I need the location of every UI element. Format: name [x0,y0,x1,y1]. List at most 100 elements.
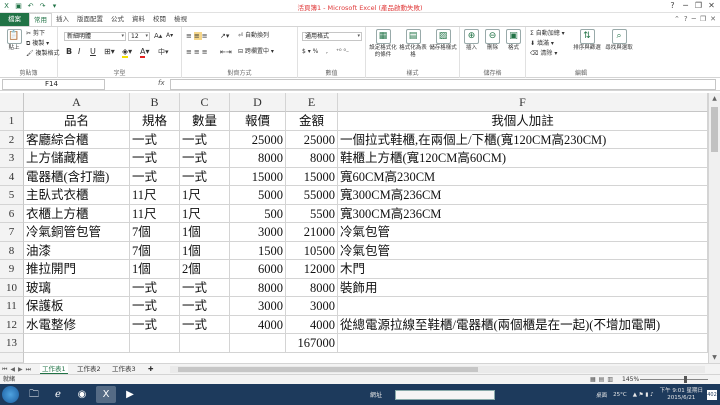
tab-data[interactable]: 資料 [128,13,149,26]
row-header[interactable]: 9 [0,260,24,279]
bold-button[interactable]: B [66,48,72,56]
cell-e[interactable]: 3000 [286,297,338,316]
cell-d[interactable]: 25000 [230,130,286,149]
header-cell-a[interactable]: 品名 [24,112,130,131]
media-taskbar-icon[interactable]: ▶ [120,386,140,403]
cell-f[interactable] [338,297,708,316]
fill-color-button[interactable]: ◈▾ [122,47,132,58]
indent-buttons[interactable]: ⇤⇥ [220,48,232,56]
format-cells-button[interactable]: ▣ 格式 [503,29,524,52]
cell-c[interactable]: 1個 [180,241,230,260]
formula-input[interactable] [170,79,716,90]
cell-f[interactable]: 木門 [338,260,708,279]
ribbon-collapse-icon[interactable]: ⌃ [674,13,680,26]
cell-b[interactable]: 7個 [130,223,180,242]
cell-f[interactable]: 寬300CM高236CM [338,204,708,223]
notification-badge[interactable]: 402 [707,389,717,400]
borders-button[interactable]: ⊞▾ [104,48,115,56]
row-header[interactable]: 4 [0,167,24,186]
cell-c[interactable]: 1尺 [180,186,230,205]
cell-a[interactable]: 冷氣銅管包管 [24,223,130,242]
cell-a[interactable]: 上方儲藏櫃 [24,149,130,168]
tab-review[interactable]: 校閱 [149,13,170,26]
insert-cells-button[interactable]: ⊕ 插入 [461,29,482,52]
cell-f[interactable]: 一個拉式鞋櫃,在兩個上/下櫃(寬120CM高230CM) [338,130,708,149]
font-name-combo[interactable]: 新細明體 ▾ [64,32,126,41]
start-button[interactable] [2,386,19,403]
column-header-b[interactable]: B [130,93,180,112]
cell-f[interactable]: 寬60CM高230CM [338,167,708,186]
scroll-down-icon[interactable]: ▼ [709,354,720,361]
column-header-e[interactable]: E [286,93,338,112]
underline-button[interactable]: U [90,48,96,56]
horizontal-scroll-thumb[interactable] [178,367,478,372]
cell-b[interactable]: 一式 [130,297,180,316]
cut-button[interactable]: ✂ 剪下 [26,30,45,38]
cell-b[interactable]: 11尺 [130,204,180,223]
cell-e[interactable]: 4000 [286,315,338,334]
cell-b[interactable]: 一式 [130,167,180,186]
cell-e[interactable]: 55000 [286,186,338,205]
cell-e[interactable]: 167000 [286,334,338,353]
tab-insert[interactable]: 插入 [52,13,73,26]
row-header[interactable]: 3 [0,149,24,168]
column-header-a[interactable]: A [24,93,130,112]
cell-styles-button[interactable]: ▨ 儲存格樣式 [428,29,458,52]
conditional-format-button[interactable]: ▦ 設定格式化的條件 [368,29,398,59]
cell-c[interactable]: 一式 [180,167,230,186]
cell-c[interactable] [180,334,230,353]
vertical-align-buttons[interactable]: ≡≡≡ [186,32,210,40]
cell-f[interactable]: 冷氣包管 [338,223,708,242]
cell-e[interactable]: 8000 [286,278,338,297]
find-select-button[interactable]: ⌕ 尋找與選取 [604,29,634,52]
cell-a[interactable]: 油漆 [24,241,130,260]
cell-e[interactable]: 25000 [286,130,338,149]
phonetic-button[interactable]: 中▾ [158,48,169,56]
cell-b[interactable]: 7個 [130,241,180,260]
fill-button[interactable]: ⬇ 填滿 ▾ [530,40,554,48]
cell-c[interactable]: 1尺 [180,204,230,223]
number-format-combo[interactable]: 通用格式 ▾ [302,32,362,41]
font-size-combo[interactable]: 12 ▾ [128,32,150,41]
tab-file[interactable]: 檔案 [0,13,29,26]
decimal-buttons[interactable]: ⁺⁰ ⁰₋ [336,48,349,56]
workbook-restore-icon[interactable]: ❐ [700,13,706,26]
cell-d[interactable]: 3000 [230,297,286,316]
row-header[interactable]: 12 [0,315,24,334]
cell-c[interactable]: 一式 [180,130,230,149]
cell-b[interactable]: 11尺 [130,186,180,205]
cell-d[interactable]: 1500 [230,241,286,260]
cell-d[interactable]: 8000 [230,278,286,297]
comma-style-button[interactable]: , [326,48,328,56]
horizontal-align-buttons[interactable]: ≡≡≡ [186,48,210,56]
horizontal-scrollbar[interactable] [170,366,705,373]
vertical-scroll-thumb[interactable] [711,107,718,152]
header-cell-c[interactable]: 數量 [180,112,230,131]
tab-view[interactable]: 檢視 [170,13,191,26]
row-header[interactable]: 7 [0,223,24,242]
row-header[interactable]: 5 [0,186,24,205]
cell-e[interactable]: 21000 [286,223,338,242]
cell-a[interactable]: 客廳綜合櫃 [24,130,130,149]
paste-button[interactable]: 📋 貼上 [2,29,26,52]
cell-e[interactable]: 10500 [286,241,338,260]
cell-d[interactable]: 4000 [230,315,286,334]
excel-taskbar-icon[interactable]: X [96,386,116,403]
zoom-slider[interactable] [640,376,708,383]
cell-d[interactable]: 15000 [230,167,286,186]
minimize-icon[interactable]: ─ [679,0,692,12]
currency-percent-buttons[interactable]: $ ▾ % [302,48,318,56]
internet-explorer-taskbar-icon[interactable]: ℯ [48,386,68,403]
cell-d[interactable]: 3000 [230,223,286,242]
cell-d[interactable] [230,334,286,353]
cell-d[interactable]: 5000 [230,186,286,205]
sort-filter-button[interactable]: ⇅ 排序與篩選 [572,29,602,52]
cell-b[interactable]: 一式 [130,149,180,168]
cell-f[interactable] [338,334,708,353]
row-header[interactable]: 8 [0,241,24,260]
close-icon[interactable]: ✕ [705,0,718,12]
select-all-corner[interactable] [0,93,24,112]
column-header-f[interactable]: F [338,93,708,112]
cell-e[interactable]: 5500 [286,204,338,223]
help-icon[interactable]: ? [666,0,679,12]
